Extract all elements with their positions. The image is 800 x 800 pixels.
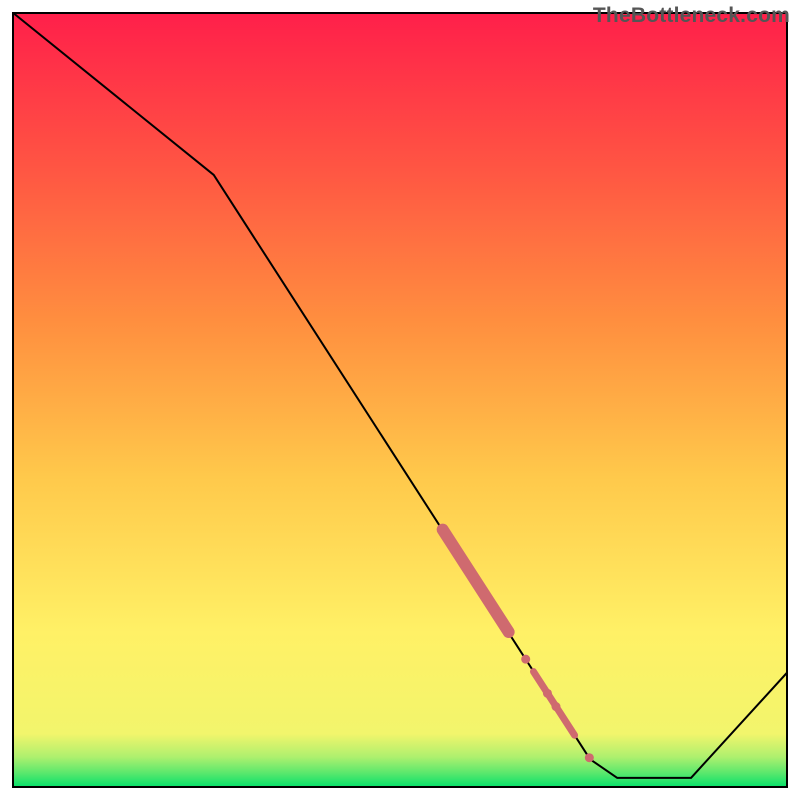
highlight-dot (585, 753, 594, 762)
watermark-text: TheBottleneck.com (593, 4, 790, 28)
chart-svg (12, 12, 788, 788)
plot-area (12, 12, 788, 788)
highlight-dot (521, 655, 530, 664)
highlight-dot (543, 689, 552, 698)
chart-container: TheBottleneck.com (0, 0, 800, 800)
gradient-background (12, 12, 788, 788)
highlight-dot (551, 702, 560, 711)
